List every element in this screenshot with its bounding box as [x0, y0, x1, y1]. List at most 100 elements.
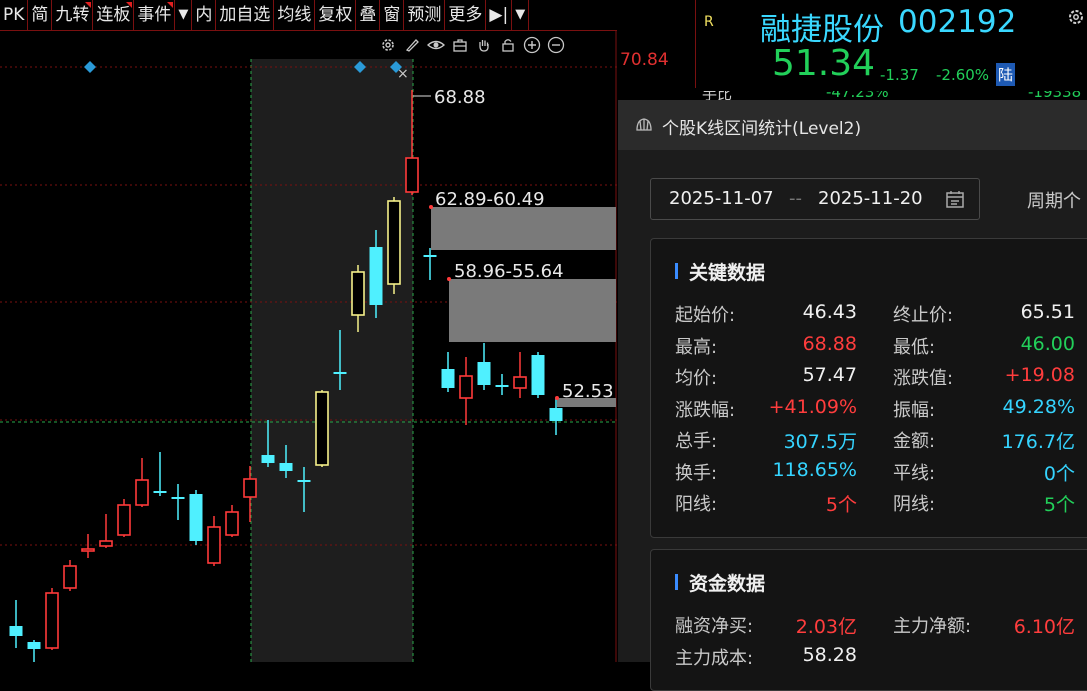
candle-body [207, 526, 221, 564]
stat-label: 总手: [675, 431, 718, 452]
stat-value: 5个 [1043, 494, 1075, 516]
toolbar-play-end-button[interactable]: ▶| [486, 0, 513, 30]
toolbar-menu-dropdown-button[interactable]: ▼ [512, 0, 530, 30]
kline-chart-svg[interactable]: × 68.88 62.89-60.49 58.96-55.64 52.53 [0, 31, 617, 662]
stat-value: 6.10亿 [1013, 616, 1075, 638]
gap-range-label-1: 62.89-60.49 [435, 189, 545, 210]
toolbar-events-button[interactable]: 事件 [134, 0, 176, 30]
new-badge-icon [126, 2, 133, 8]
toolbar-label: 更多 [448, 5, 483, 25]
gap-dot [447, 277, 451, 281]
toolbar-label: 简 [31, 5, 49, 25]
stat-label: 均价: [675, 368, 718, 389]
candle-body [513, 376, 527, 389]
toolbar-simple-button[interactable]: 简 [28, 0, 53, 30]
event-diamond-icon [84, 61, 96, 73]
toolbar-label: 叠 [359, 5, 377, 25]
candle-body [243, 478, 257, 498]
last-price-label: 52.53 [562, 381, 614, 402]
zoom-out-icon[interactable] [546, 35, 566, 55]
stat-value: 68.88 [802, 332, 857, 355]
candle-body [297, 480, 311, 482]
toolbar-forecast-button[interactable]: 预测 [404, 0, 446, 30]
gap-dot [429, 205, 433, 209]
kline-chart[interactable]: × 68.88 62.89-60.49 58.96-55.64 52.53 [0, 31, 617, 662]
date-range-picker[interactable]: 2025-11-07 -- 2025-11-20 [650, 178, 980, 220]
toolbar-pk-button[interactable]: PK [0, 0, 29, 30]
toolbar-limit-up-button[interactable]: 连板 [93, 0, 135, 30]
stat-label: 阴线: [893, 494, 936, 515]
toolbar-adjust-button[interactable]: 复权 [315, 0, 357, 30]
partial-row-right: -19338 [1028, 91, 1082, 100]
candle-body [9, 626, 23, 636]
new-badge-icon [85, 2, 92, 8]
toolbar-moving-avg-button[interactable]: 均线 [274, 0, 316, 30]
stat-value: 118.65% [772, 458, 857, 481]
candle-body [171, 497, 185, 499]
hand-icon[interactable] [474, 35, 494, 55]
stat-label: 最高: [675, 336, 718, 358]
date-start[interactable]: 2025-11-07 [669, 188, 774, 209]
candle-body [369, 247, 383, 305]
stat-value: +19.08 [1004, 364, 1075, 386]
gap-range-label-2: 58.96-55.64 [454, 261, 564, 282]
section-marker [675, 574, 678, 590]
toolbar-label: 事件 [137, 5, 172, 25]
toolbar-label: 连板 [96, 5, 131, 25]
selected-range-band [251, 59, 413, 662]
toolbar-inner-button[interactable]: 内 [192, 0, 217, 30]
stat-value: 46.43 [802, 301, 857, 323]
stat-label: 涨跌幅: [675, 399, 736, 421]
stat-label: 阳线: [675, 494, 718, 515]
candle-body [261, 455, 275, 463]
calendar-icon[interactable] [945, 189, 965, 209]
high-price-label: 68.88 [434, 87, 486, 108]
stat-value: 5个 [825, 494, 857, 516]
quote-header: R 融捷股份 002192 51.34 -1.37 -2.60% 陆 手比 -4… [695, 0, 1087, 100]
settings-gear-icon[interactable] [1067, 8, 1085, 26]
toolbox-icon[interactable] [450, 35, 470, 55]
interval-stats-panel: 个股K线区间统计(Level2) 2025-11-07 -- 2025-11-2… [618, 100, 1087, 691]
partial-row-label: 手比 [702, 91, 733, 100]
toolbar-label: 九转 [55, 5, 90, 25]
fund-data-title: 资金数据 [689, 573, 766, 595]
panel-title-bar[interactable]: 个股K线区间统计(Level2) [618, 100, 1087, 150]
toolbar-more-button[interactable]: 更多 [445, 0, 487, 30]
date-end[interactable]: 2025-11-20 [818, 188, 923, 209]
toolbar-label: 复权 [318, 5, 353, 25]
toolbar-nine-turn-button[interactable]: 九转 [52, 0, 94, 30]
toolbar-more-dropdown-button[interactable]: ▼ [175, 0, 193, 30]
toolbar-add-watchlist-button[interactable]: 加自选 [216, 0, 275, 30]
chart-toolbar: PK 简九转 连板 事件 ▼ 内加自选 均线 复权叠窗预测 更多 ▶| ▼ [0, 0, 617, 31]
close-range-icon: × [397, 66, 409, 82]
lock-icon[interactable] [498, 35, 518, 55]
toolbar-label: 内 [195, 5, 213, 25]
shell-logo-icon [634, 115, 654, 135]
stat-value: +41.09% [768, 395, 857, 418]
toolbar-label: 均线 [277, 5, 312, 25]
key-data-card: 关键数据 起始价: 46.43 终止价: 65.51 最高: 68.88 最低: 46.00 均… [650, 238, 1087, 538]
candle-body [189, 494, 203, 541]
candle-body [387, 200, 401, 285]
zoom-in-icon[interactable] [522, 35, 542, 55]
stat-value: 58.28 [802, 643, 857, 666]
pen-icon[interactable] [402, 35, 422, 55]
toolbar-overlay-button[interactable]: 叠 [356, 0, 381, 30]
stat-value: 65.51 [1020, 301, 1075, 323]
candle-body [531, 355, 545, 395]
stock-code: 002192 [898, 4, 1017, 40]
candle-body [81, 548, 95, 552]
chart-tool-icons [378, 35, 566, 57]
stat-label: 平线: [893, 462, 936, 484]
stat-label: 换手: [675, 462, 718, 484]
candle-body [153, 491, 167, 493]
toolbar-window-button[interactable]: 窗 [380, 0, 405, 30]
candle-body [459, 375, 473, 399]
connect-badge: 陆 [996, 63, 1016, 86]
candle-body [45, 592, 59, 649]
candle-body [477, 362, 491, 385]
price-change: -1.37 [880, 66, 919, 84]
gear-icon[interactable] [378, 35, 398, 55]
toolbar-label: ▼ [178, 7, 189, 22]
eye-icon[interactable] [426, 35, 446, 55]
